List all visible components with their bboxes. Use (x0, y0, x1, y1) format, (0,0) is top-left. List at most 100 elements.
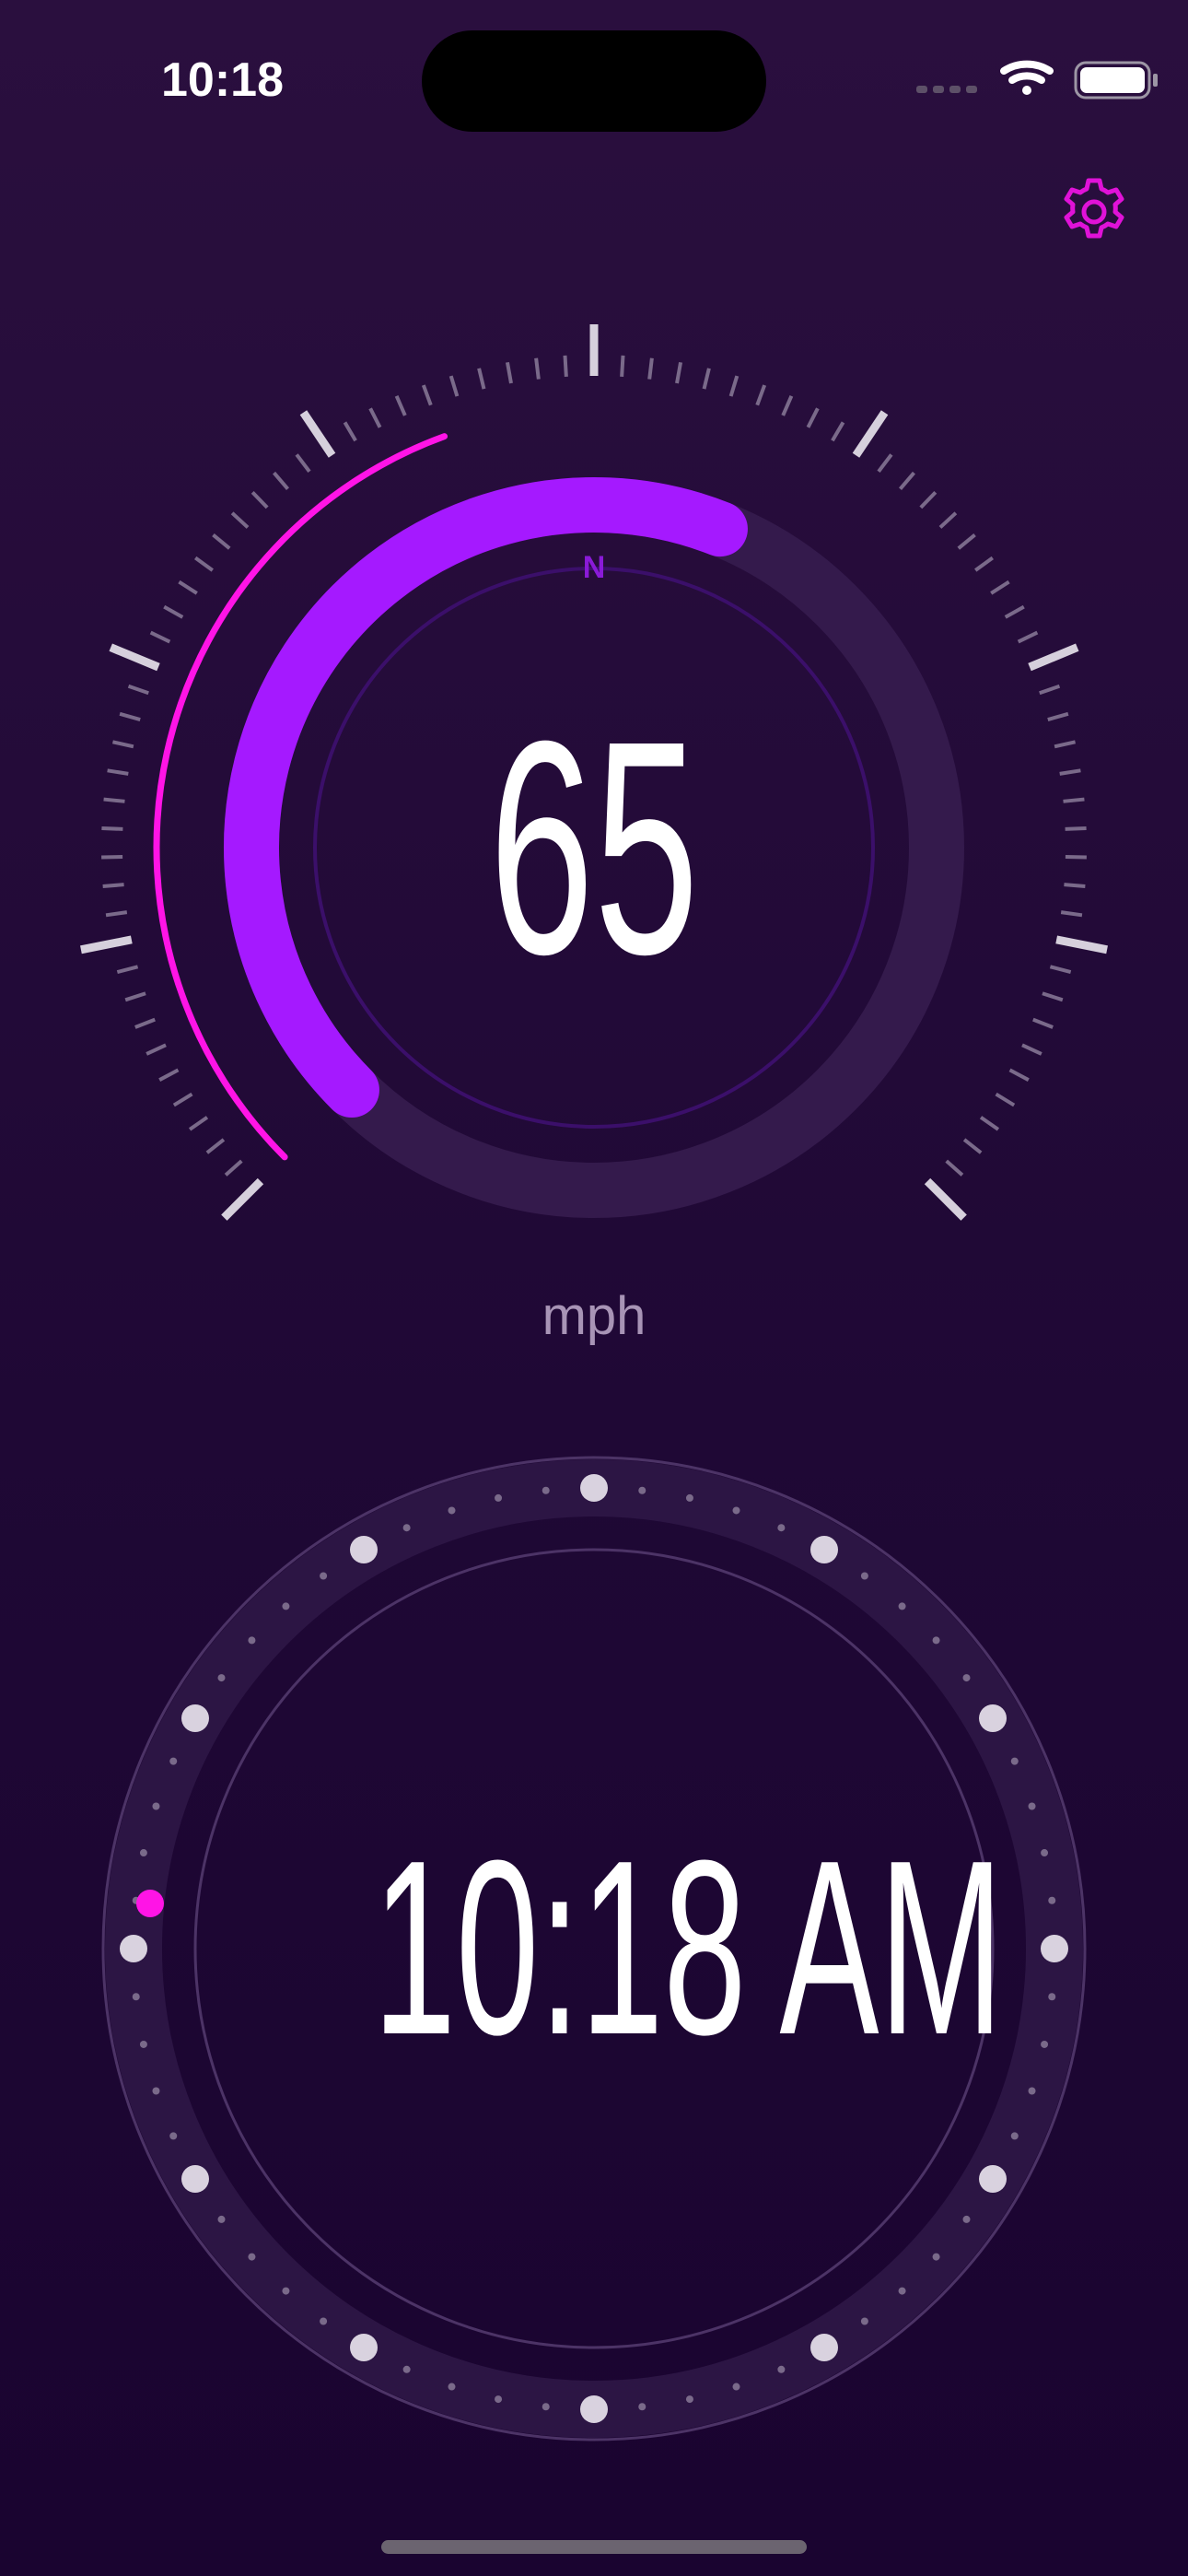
gauge-minor-tick (250, 490, 269, 509)
gauge-minor-tick (149, 630, 171, 644)
gauge-minor-tick (1060, 910, 1083, 918)
gauge-minor-tick (134, 1017, 156, 1029)
gauge-minor-tick (1017, 630, 1039, 644)
gauge-minor-tick (103, 797, 125, 803)
clock-minute-marker (860, 2317, 868, 2325)
gauge-major-tick (1055, 935, 1108, 954)
clock-minute-marker (248, 1636, 256, 1645)
gauge-minor-tick (448, 375, 460, 397)
clock-minute-marker (448, 1506, 456, 1515)
seconds-indicator (136, 1890, 164, 1917)
gauge-minor-tick (755, 384, 767, 406)
gauge-minor-tick (995, 1092, 1016, 1107)
gauge-minor-tick (962, 1138, 983, 1154)
clock-minute-marker (638, 2403, 646, 2411)
gauge-minor-tick (178, 580, 198, 595)
gauge-minor-tick (979, 1116, 1000, 1131)
clock-hour-marker (181, 1704, 209, 1732)
clock-hour-marker (350, 2334, 378, 2362)
clock-minute-marker (402, 2365, 411, 2373)
gauge-minor-tick (163, 604, 184, 619)
gauge-minor-tick (563, 355, 568, 378)
clock-hour-marker (181, 2165, 209, 2193)
clock-minute-marker (1028, 2087, 1036, 2095)
gauge-minor-tick (205, 1138, 226, 1154)
clock-minute-marker (320, 1572, 328, 1580)
gauge-minor-tick (728, 375, 740, 397)
speed-unit: mph (542, 1286, 646, 1346)
gauge-minor-tick (230, 511, 250, 529)
clock-minute-marker (542, 1486, 550, 1494)
clock-time: 10:18 AM (373, 1809, 1004, 2087)
gauge-minor-tick (101, 825, 123, 831)
clock-hour-marker (580, 1474, 608, 1502)
gauge-minor-tick (877, 453, 893, 473)
gauge-minor-tick (116, 965, 139, 975)
clock-minute-marker (495, 1493, 503, 1502)
gauge-minor-tick (127, 684, 149, 696)
clock-minute-marker (217, 2215, 226, 2223)
clock-hour-marker (810, 2334, 838, 2362)
clock-minute-marker (152, 1802, 160, 1810)
clock-minute-marker (685, 1493, 693, 1502)
clock-minute-marker (685, 2395, 693, 2404)
clock-minute-marker (152, 2087, 160, 2095)
clock-minute-marker (542, 2403, 550, 2411)
clock-minute-marker (777, 1524, 786, 1532)
clock-minute-marker (777, 2365, 786, 2373)
gauge-minor-tick (990, 580, 1010, 595)
gauge-minor-tick (974, 556, 994, 572)
clock-minute-marker (495, 2395, 503, 2404)
clock-minute-marker (732, 2383, 740, 2391)
gauge-minor-tick (394, 395, 407, 416)
gauge-major-tick (109, 643, 160, 672)
gauge-minor-tick (368, 407, 382, 428)
gauge-minor-tick (1054, 740, 1076, 749)
gauge-minor-tick (107, 768, 129, 776)
clock-minute-marker (1041, 2040, 1049, 2048)
gauge-minor-tick (224, 1159, 243, 1177)
clock-minute-marker (139, 1849, 147, 1857)
gauge-minor-tick (1065, 825, 1087, 831)
clock-minute-marker (217, 1674, 226, 1682)
clock-minute-marker (898, 1602, 906, 1610)
clock-minute-marker (248, 2253, 256, 2261)
clock-minute-marker (282, 1602, 290, 1610)
clock-hour-marker (1041, 1935, 1068, 1962)
clock-minute-marker (402, 1524, 411, 1532)
gauge-minor-tick (919, 490, 938, 509)
clock-hour-marker (120, 1935, 147, 1962)
compass-heading: N (582, 550, 606, 585)
gauge-minor-tick (477, 368, 486, 390)
clock-hour-marker (580, 2395, 608, 2423)
gauge-minor-tick (194, 556, 214, 572)
gauge-minor-tick (620, 355, 625, 378)
clock-minute-marker (282, 2287, 290, 2295)
gauge-minor-tick (647, 357, 654, 380)
clock-minute-marker (932, 1636, 940, 1645)
gauge-minor-tick (675, 361, 683, 384)
clock-minute-marker (169, 2132, 178, 2140)
gauge-minor-tick (1039, 684, 1061, 696)
gauge-minor-tick (112, 740, 134, 749)
gauge-minor-tick (1004, 604, 1025, 619)
speed-value: 65 (489, 677, 699, 1017)
clock-minute-marker (932, 2253, 940, 2261)
gauge-minor-tick (102, 883, 124, 888)
clock-minute-marker (732, 1506, 740, 1515)
gauge-minor-tick (172, 1092, 193, 1107)
gauge-minor-tick (1042, 991, 1064, 1002)
clock-minute-marker (320, 2317, 328, 2325)
gauge-minor-tick (1059, 768, 1081, 776)
home-indicator[interactable] (381, 2540, 807, 2554)
gauge-minor-tick (534, 357, 541, 380)
gauge-minor-tick (1047, 711, 1069, 721)
gauge-minor-tick (1063, 797, 1085, 803)
clock-minute-marker (860, 1572, 868, 1580)
gauge-major-tick (1028, 643, 1079, 672)
gauge-major-tick (299, 410, 336, 458)
gauge-minor-tick (105, 910, 128, 918)
gauge-minor-tick (1064, 883, 1086, 888)
clock-minute-marker (139, 2040, 147, 2048)
clock-minute-marker (1028, 1802, 1036, 1810)
